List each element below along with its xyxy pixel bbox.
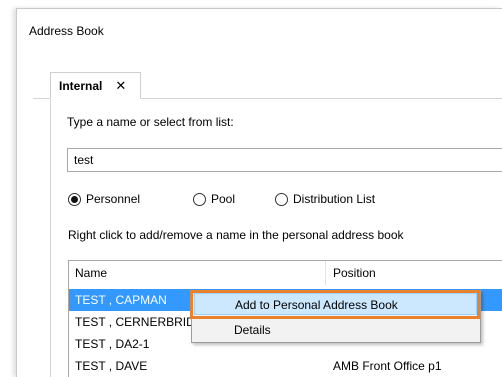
table-row[interactable]: TEST , DAVE AMB Front Office p1 xyxy=(69,355,502,377)
tab-strip: Internal ✕ xyxy=(33,63,502,99)
radio-personnel[interactable]: Personnel xyxy=(68,192,140,206)
row-context-menu: Add to Personal Address Book Details xyxy=(191,290,481,343)
list-header: Name Position xyxy=(69,261,502,285)
column-header-position[interactable]: Position xyxy=(333,266,376,280)
row-name: TEST , DA2-1 xyxy=(75,337,150,351)
row-position: AMB Front Office p1 xyxy=(333,359,442,373)
row-name: TEST , CAPMAN xyxy=(75,293,167,307)
name-search-input[interactable] xyxy=(67,148,502,172)
window-title: Address Book xyxy=(29,24,104,38)
row-name: TEST , CERNERBRIDG xyxy=(75,315,205,329)
tab-internal[interactable]: Internal ✕ xyxy=(50,72,141,99)
menu-item-label: Details xyxy=(234,323,271,337)
menu-item-add-to-personal-address-book[interactable]: Add to Personal Address Book xyxy=(194,293,477,315)
radio-distribution-list-indicator[interactable] xyxy=(275,192,288,206)
menu-item-details[interactable]: Details xyxy=(194,319,477,341)
row-name: TEST , DAVE xyxy=(75,359,148,373)
search-prompt-label: Type a name or select from list: xyxy=(67,115,234,129)
radio-personnel-label: Personnel xyxy=(86,192,141,206)
column-header-name[interactable]: Name xyxy=(75,266,107,280)
radio-pool[interactable]: Pool xyxy=(193,192,235,206)
close-tab-icon[interactable]: ✕ xyxy=(115,79,126,92)
radio-personnel-indicator[interactable] xyxy=(68,192,81,206)
radio-distribution-list[interactable]: Distribution List xyxy=(275,192,375,206)
tab-internal-label: Internal xyxy=(59,78,103,93)
radio-distribution-list-label: Distribution List xyxy=(293,192,376,206)
menu-item-label: Add to Personal Address Book xyxy=(235,298,398,312)
right-click-hint: Right click to add/remove a name in the … xyxy=(68,228,404,242)
radio-pool-indicator[interactable] xyxy=(193,192,206,206)
radio-pool-label: Pool xyxy=(211,192,236,206)
